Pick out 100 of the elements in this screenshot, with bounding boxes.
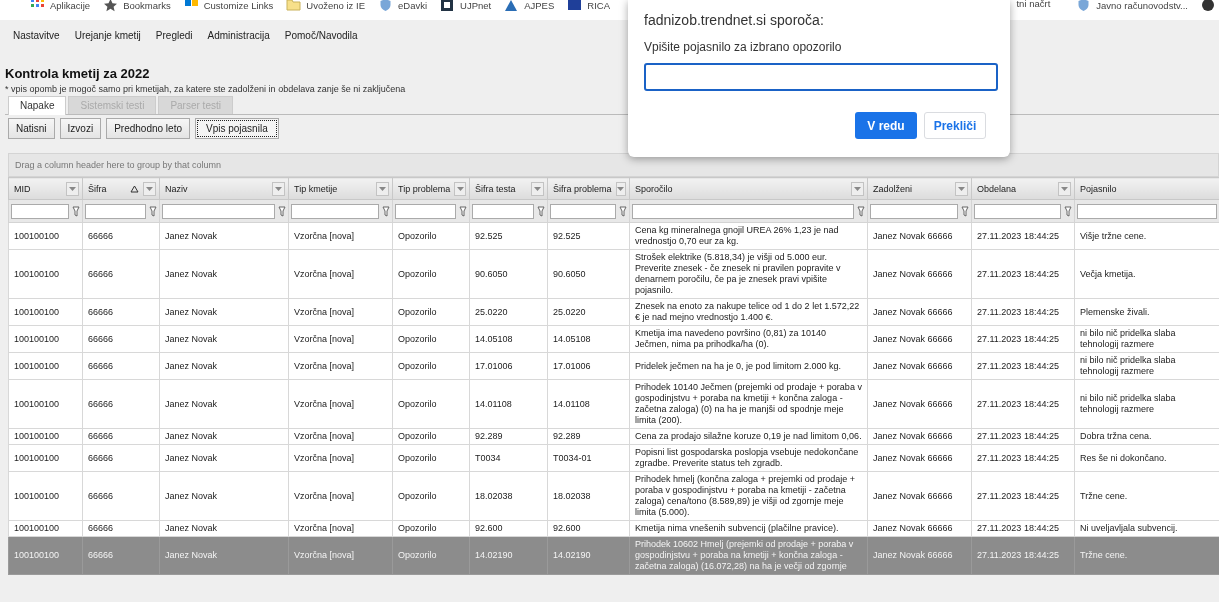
column-menu-button[interactable] xyxy=(851,181,864,196)
text-field[interactable] xyxy=(644,63,998,91)
filter-field[interactable] xyxy=(162,203,275,219)
table-cell: Janez Novak xyxy=(159,536,289,575)
table-cell: 25.0220 xyxy=(547,298,630,326)
table-cell: 66666 xyxy=(82,444,160,472)
column-title: Šifra testa xyxy=(475,183,517,194)
bookmark-link[interactable]: UJPnet xyxy=(460,0,492,11)
toolbar-button[interactable]: Natisni xyxy=(8,118,55,139)
table-row[interactable]: 100100100 66666 Janez Novak Vzorčna [nova] Opozorilo 92.289 92.289 Cena za prodajo silažne koruze 0,19 je nad limitom 0,06. Janez Novak 66666 27.11.2023 18:44:25 Dobra tržna cena. xyxy=(8,428,1219,445)
table-cell: 27.11.2023 18:44:25 xyxy=(971,325,1075,353)
filter-field[interactable] xyxy=(974,203,1061,219)
bookmark-link[interactable]: AJPES xyxy=(524,0,555,11)
column-title: Sporočilo xyxy=(635,183,674,194)
table-cell: Janez Novak 66666 xyxy=(867,536,972,575)
filter-icon xyxy=(459,205,467,217)
filter-field[interactable] xyxy=(291,203,379,219)
filter-field[interactable] xyxy=(395,203,456,219)
column-header[interactable]: Šifra problema xyxy=(547,177,630,200)
filter-field[interactable] xyxy=(472,203,534,219)
table-cell: Kmetija ima navedeno površino (0,81) za 10140 Ječmen, nima pa prihodka/ha (0). xyxy=(629,325,868,353)
menu-item[interactable]: Administracija xyxy=(207,30,270,54)
column-menu-button[interactable] xyxy=(143,181,156,196)
ok-button[interactable]: V redu xyxy=(855,112,917,139)
table-cell: 66666 xyxy=(82,249,160,299)
table-cell: 100100100 xyxy=(8,379,83,429)
column-header[interactable]: Zadolženi xyxy=(867,177,972,200)
column-menu-button[interactable] xyxy=(1058,181,1071,196)
table-row[interactable] xyxy=(8,352,1219,380)
table-row[interactable]: 100100100 66666 Janez Novak Vzorčna [nova] Opozorilo 92.525 92.525 Cena kg mineralnega gnojil UREA 26% 1,23 je nad vrednostjo 0,70 eur za kg. Janez Novak 66666 27.11.2023 18:44:25 Višje tržne cene. xyxy=(8,222,1219,250)
column-header[interactable]: Obdelana xyxy=(971,177,1075,200)
column-header[interactable]: Tip kmetije xyxy=(288,177,393,200)
table-row[interactable] xyxy=(8,471,1219,521)
column-header[interactable]: Šifra xyxy=(82,177,160,200)
column-menu-button[interactable] xyxy=(66,181,79,196)
toolbar-button[interactable]: Predhodno leto xyxy=(106,118,190,139)
column-title: Pojasnilo xyxy=(1080,183,1118,194)
column-header[interactable]: Naziv xyxy=(159,177,289,200)
filter-field[interactable] xyxy=(632,203,854,219)
menu-item[interactable]: Urejanje kmetij xyxy=(74,30,141,54)
table-cell: Vzorčna [nova] xyxy=(288,298,393,326)
tab[interactable]: Napake xyxy=(8,96,67,115)
bookmark-link[interactable]: tni načrt xyxy=(1016,0,1051,9)
filter-icon xyxy=(961,205,969,217)
column-menu-button[interactable] xyxy=(955,181,968,196)
table-cell: 27.11.2023 18:44:25 xyxy=(971,471,1075,521)
table-cell: 14.01108 xyxy=(469,379,548,429)
table-cell: Opozorilo xyxy=(392,444,470,472)
table-cell: 66666 xyxy=(82,471,160,521)
column-menu-button[interactable] xyxy=(615,181,626,196)
table-cell: 66666 xyxy=(82,352,160,380)
table-cell: 14.01108 xyxy=(547,379,630,429)
column-menu-button[interactable] xyxy=(376,181,389,196)
filter-field[interactable] xyxy=(1077,203,1217,219)
table-cell: Vzorčna [nova] xyxy=(288,520,393,537)
bookmark-link[interactable]: Uvoženo iz IE xyxy=(306,0,365,11)
bookmark-link[interactable]: Aplikacije xyxy=(50,0,91,11)
filter-icon xyxy=(149,205,157,217)
bookmark-link[interactable]: eDavki xyxy=(398,0,428,11)
column-header[interactable]: MID xyxy=(8,177,83,200)
table-cell: Opozorilo xyxy=(392,471,470,521)
column-menu-button[interactable] xyxy=(272,181,285,196)
table-cell: 92.525 xyxy=(469,222,548,250)
table-row[interactable] xyxy=(8,325,1219,353)
filter-field[interactable] xyxy=(550,203,616,219)
menu-item[interactable]: Pregledi xyxy=(155,30,193,54)
filter-field[interactable] xyxy=(870,203,958,219)
table-cell: Pridelek ječmen na ha je 0, je pod limitom 2.000 kg. xyxy=(629,352,868,380)
table-cell: 100100100 xyxy=(8,352,83,380)
column-header[interactable]: Šifra testa xyxy=(469,177,548,200)
shield-icon xyxy=(378,0,393,12)
filter-icon xyxy=(619,205,627,217)
table-row[interactable] xyxy=(8,298,1219,326)
bookmark-link[interactable]: Javno računovodstv... xyxy=(1096,0,1188,11)
bookmark-link[interactable]: RICA xyxy=(587,0,610,11)
table-cell: Janez Novak 66666 xyxy=(867,325,972,353)
table-cell: 90.6050 xyxy=(469,249,548,299)
column-title: Tip problema xyxy=(398,183,451,194)
table-cell: 27.11.2023 18:44:25 xyxy=(971,536,1075,575)
toolbar-button[interactable]: Izvozi xyxy=(59,118,102,139)
cancel-button[interactable]: Prekliči xyxy=(924,112,986,139)
table-row[interactable]: 100100100 66666 Janez Novak Vzorčna [nova] Opozorilo 92.600 92.600 Kmetija nima vnešenih subvencij (plačilne pravice). Janez Novak 66666 27.11.2023 18:44:25 Ni uveljavljala subvencij. xyxy=(8,520,1219,537)
table-row[interactable] xyxy=(8,444,1219,472)
column-header[interactable]: Tip problema xyxy=(392,177,470,200)
bookmark-link[interactable]: Bookmarks xyxy=(123,0,171,11)
table-cell: Janez Novak 66666 xyxy=(867,352,972,380)
toolbar-button[interactable]: Vpis pojasnila xyxy=(195,118,279,139)
menu-item[interactable]: Nastavitve xyxy=(13,30,60,54)
column-header[interactable]: Sporočilo xyxy=(629,177,868,200)
column-header[interactable]: Pojasnilo xyxy=(1074,177,1219,200)
column-menu-button[interactable] xyxy=(454,181,466,196)
filter-field[interactable] xyxy=(85,203,146,219)
filter-field[interactable] xyxy=(11,203,69,219)
bookmark-link[interactable]: Customize Links xyxy=(203,0,274,11)
table-row[interactable] xyxy=(8,379,1219,429)
table-row[interactable] xyxy=(8,249,1219,299)
column-menu-button[interactable] xyxy=(531,181,544,196)
column-title: Naziv xyxy=(165,183,189,194)
table-cell: Janez Novak xyxy=(159,471,289,521)
menu-item[interactable]: Pomoč/Navodila xyxy=(284,30,358,54)
